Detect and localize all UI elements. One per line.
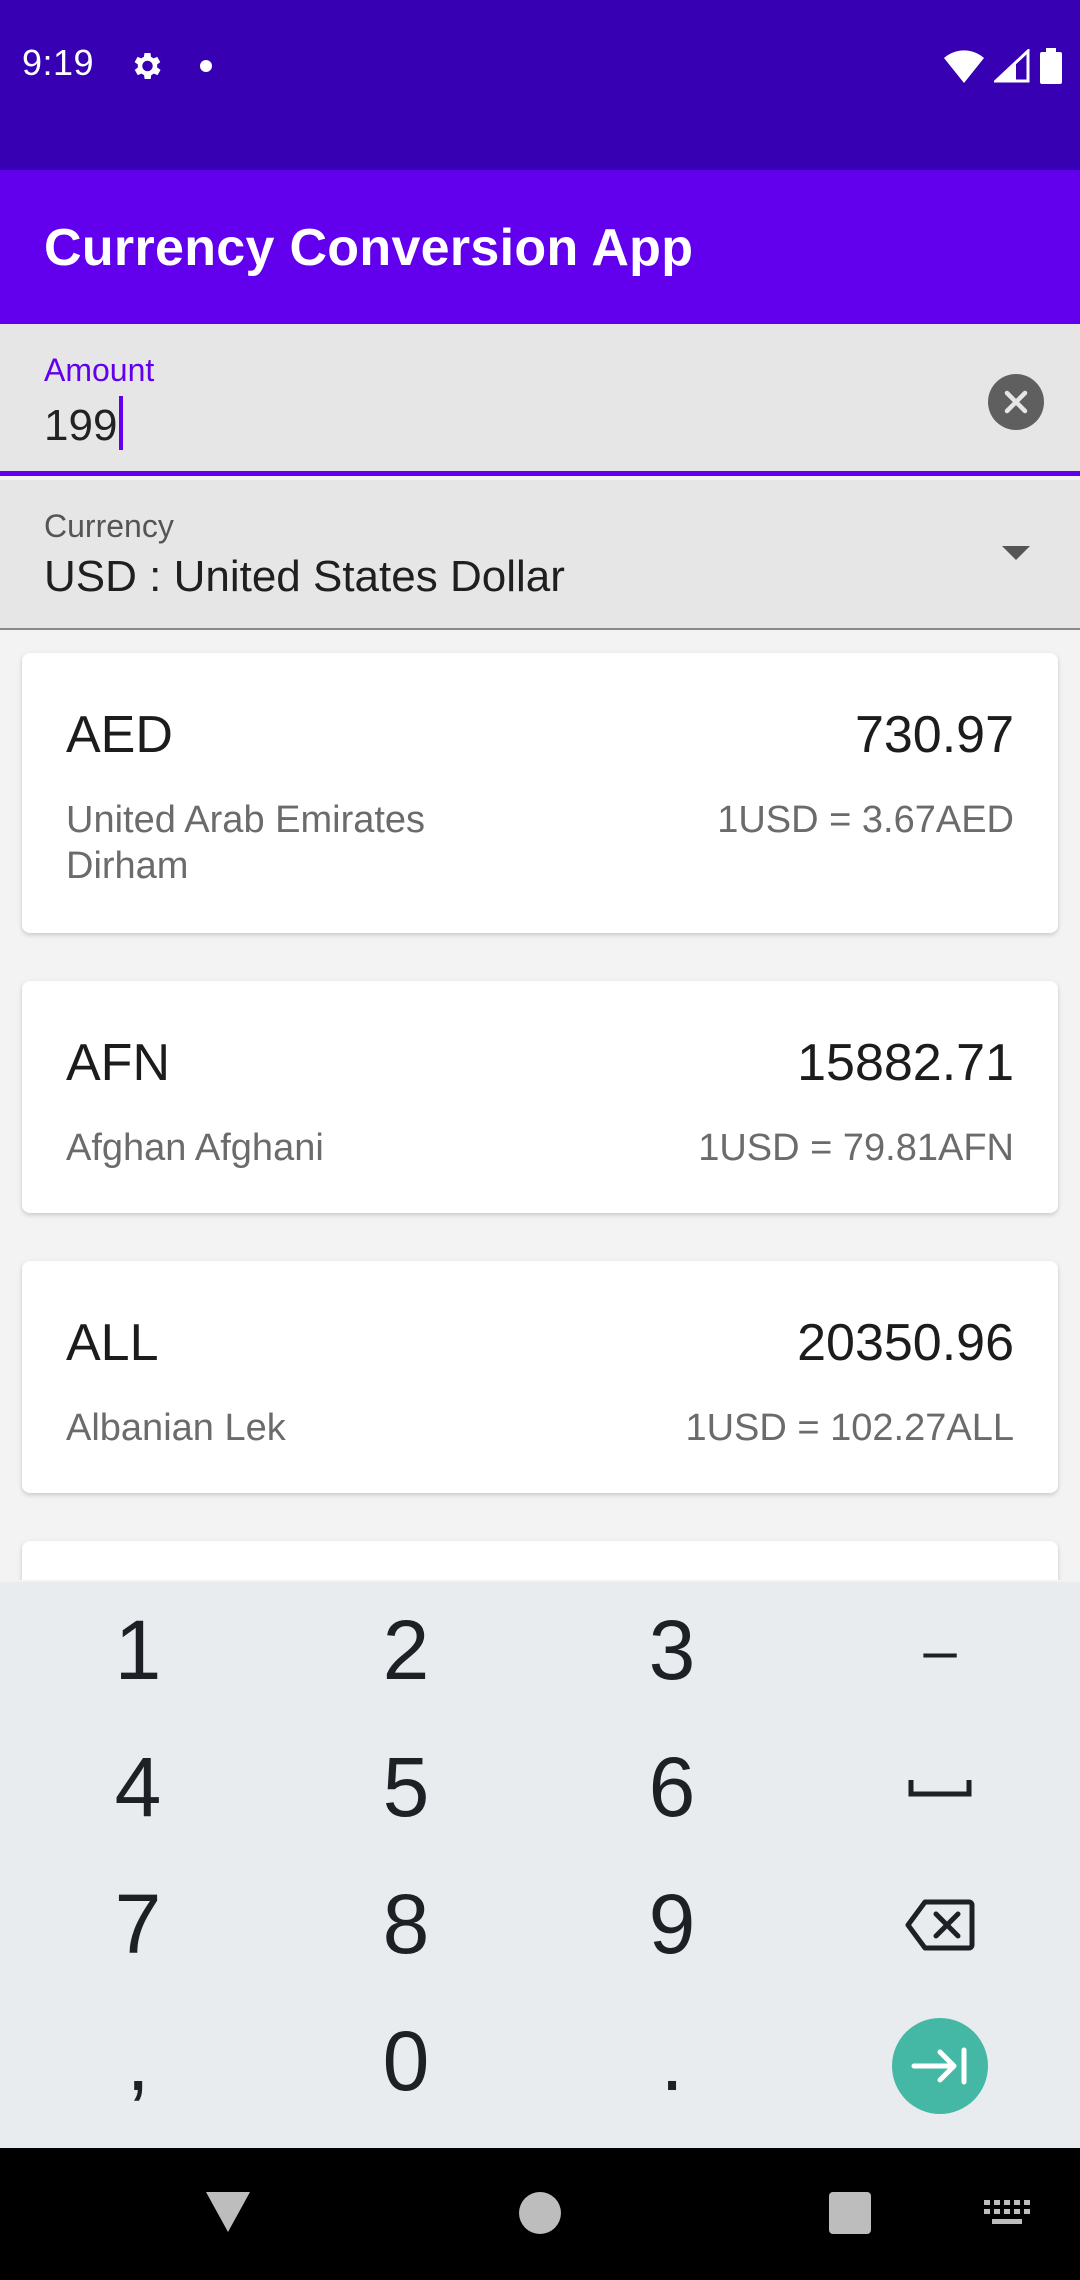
notification-dot-icon (200, 60, 212, 72)
space-icon (908, 1779, 972, 1796)
currency-code: AED (66, 706, 173, 764)
conversion-list[interactable]: AED 730.97 United Arab Emirates Dirham 1… (0, 630, 1080, 1580)
currency-value: USD : United States Dollar (44, 552, 565, 601)
key-8[interactable]: 8 (271, 1856, 541, 1993)
key-7[interactable]: 7 (3, 1856, 273, 1993)
key-3[interactable]: 3 (537, 1582, 807, 1719)
chevron-down-icon[interactable] (1002, 546, 1030, 560)
keyboard-icon[interactable] (984, 2200, 1030, 2228)
text-caret (119, 396, 124, 450)
tab-arrow-icon (911, 2047, 967, 2085)
conversion-card[interactable]: ALL 20350.96 Albanian Lek 1USD = 102.27A… (22, 1261, 1058, 1493)
conversion-card[interactable] (22, 1541, 1058, 1580)
currency-name: Afghan Afghani (66, 1127, 324, 1169)
currency-name: United Arab Emirates Dirham (66, 799, 426, 887)
key-period[interactable]: . (537, 1993, 807, 2130)
converted-amount: 730.97 (854, 706, 1014, 764)
close-icon (1004, 390, 1028, 414)
amount-field[interactable]: Amount 199 (0, 324, 1080, 476)
app-title: Currency Conversion App (44, 219, 694, 277)
key-comma[interactable]: , (3, 1993, 273, 2130)
status-time: 9:19 (22, 42, 95, 83)
key-5[interactable]: 5 (271, 1719, 541, 1856)
wifi-icon (944, 50, 984, 83)
key-1[interactable]: 1 (3, 1582, 273, 1719)
key-9[interactable]: 9 (537, 1856, 807, 1993)
key-4[interactable]: 4 (3, 1719, 273, 1856)
battery-icon (1040, 48, 1062, 84)
signal-icon (994, 49, 1030, 83)
amount-input[interactable]: 199 (44, 396, 124, 451)
exchange-rate: 1USD = 79.81AFN (698, 1127, 1014, 1169)
exchange-rate: 1USD = 102.27ALL (685, 1407, 1014, 1449)
currency-code: ALL (66, 1314, 159, 1372)
converted-amount: 20350.96 (797, 1314, 1014, 1372)
key-2[interactable]: 2 (271, 1582, 541, 1719)
currency-name: Albanian Lek (66, 1407, 286, 1449)
home-icon[interactable] (519, 2192, 561, 2234)
recents-icon[interactable] (829, 2192, 871, 2234)
navigation-bar (0, 2148, 1080, 2280)
backspace-icon (905, 1899, 975, 1950)
key-6[interactable]: 6 (537, 1719, 807, 1856)
clear-text-button[interactable] (988, 374, 1044, 430)
amount-label: Amount (44, 352, 155, 388)
currency-select[interactable]: Currency USD : United States Dollar (0, 480, 1080, 630)
currency-code: AFN (66, 1034, 170, 1092)
key-0[interactable]: 0 (271, 1993, 541, 2130)
currency-label: Currency (44, 508, 174, 544)
numeric-keyboard: 1 2 3 – 4 5 6 7 8 9 , 0 . (0, 1582, 1080, 2148)
settings-icon (134, 52, 161, 80)
app-bar: Currency Conversion App (0, 170, 1080, 324)
exchange-rate: 1USD = 3.67AED (717, 799, 1014, 841)
conversion-card[interactable]: AED 730.97 United Arab Emirates Dirham 1… (22, 653, 1058, 933)
key-backspace[interactable] (805, 1856, 1075, 1993)
conversion-card[interactable]: AFN 15882.71 Afghan Afghani 1USD = 79.81… (22, 981, 1058, 1213)
key-minus[interactable]: – (805, 1582, 1075, 1719)
key-space[interactable] (805, 1719, 1075, 1856)
back-icon[interactable] (206, 2192, 250, 2232)
screen: 9:19 Currency Conversion App Amount 199 (0, 0, 1080, 2280)
amount-value: 199 (44, 401, 118, 450)
converted-amount: 15882.71 (797, 1034, 1014, 1092)
go-key[interactable] (892, 2018, 988, 2114)
status-icons (944, 46, 1062, 86)
status-bar: 9:19 (0, 0, 1080, 170)
